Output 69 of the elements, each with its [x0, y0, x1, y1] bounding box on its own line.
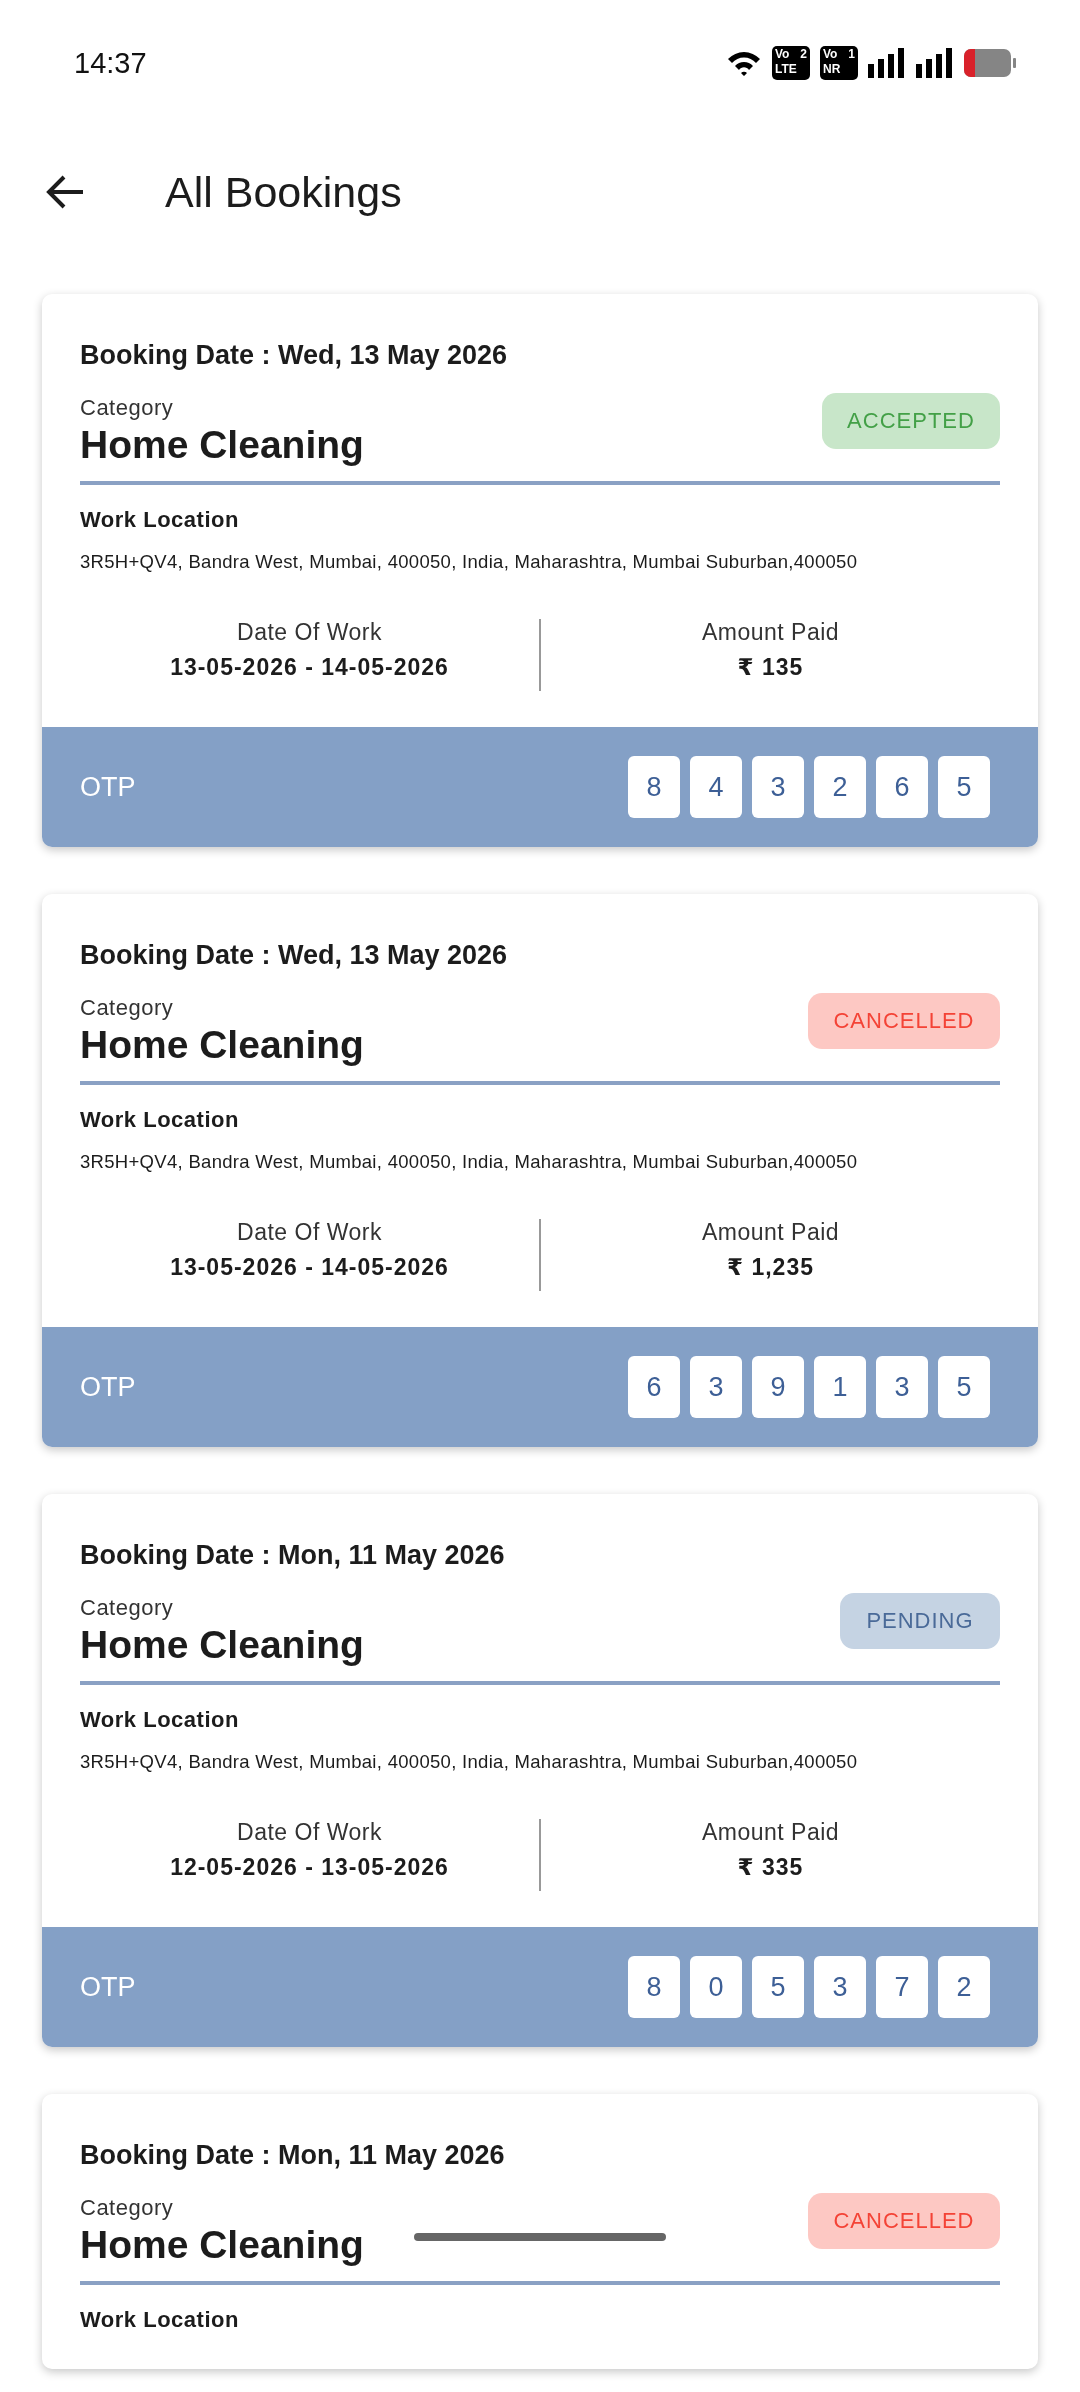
- booking-card[interactable]: [42, 294, 1038, 847]
- wifi-icon: [726, 49, 762, 77]
- otp-digit: 5: [938, 756, 990, 818]
- otp-label: OTP: [80, 771, 136, 803]
- date-of-work-value: 12-05-2026 - 13-05-2026: [170, 1854, 449, 1881]
- location-label: Work Location: [80, 2307, 240, 2333]
- amount-label: Amount Paid: [701, 1219, 840, 1246]
- otp-digit: 5: [938, 1356, 990, 1418]
- back-arrow-icon[interactable]: [45, 174, 85, 210]
- date-of-work-label: Date Of Work: [237, 1219, 382, 1246]
- location-address: 3R5H+QV4, Bandra West, Mumbai, 400050, India, Maharashtra, Mumbai Suburban,400050: [80, 1751, 859, 1773]
- otp-digit: 1: [814, 1356, 866, 1418]
- amount-label: Amount Paid: [701, 619, 840, 646]
- date-of-work-label: Date Of Work: [237, 1819, 382, 1846]
- status-time: 14:37: [74, 46, 147, 80]
- otp-digit: 6: [628, 1356, 680, 1418]
- date-of-work-value: 13-05-2026 - 14-05-2026: [170, 1254, 449, 1281]
- category-label: Category: [80, 395, 175, 421]
- amount-value: ₹ 335: [737, 1854, 804, 1881]
- otp-digit: 7: [876, 1956, 928, 2018]
- status-badge: CANCELLED: [808, 2193, 1000, 2249]
- category-label: Category: [80, 995, 175, 1021]
- page-title: All Bookings: [165, 167, 402, 217]
- date-of-work-value: 13-05-2026 - 14-05-2026: [170, 654, 449, 681]
- battery-icon: [964, 49, 1016, 77]
- signal-icon: [868, 48, 906, 78]
- status-badge: ACCEPTED: [822, 393, 1000, 449]
- otp-digit: 3: [814, 1956, 866, 2018]
- booking-card[interactable]: [42, 894, 1038, 1447]
- amount-value: ₹ 1,235: [727, 1254, 814, 1281]
- network-badge: Vo 2 LTE: [772, 46, 810, 80]
- category-name: Home Cleaning: [80, 1023, 364, 1067]
- otp-digit: 8: [628, 756, 680, 818]
- booking-date: Booking Date : Mon, 11 May 2026: [80, 1540, 506, 1571]
- otp-digit: 6: [876, 756, 928, 818]
- network-badge: Vo 1 NR: [820, 46, 858, 80]
- date-of-work-label: Date Of Work: [237, 619, 382, 646]
- category-name: Home Cleaning: [80, 2223, 364, 2267]
- location-label: Work Location: [80, 1107, 240, 1133]
- category-name: Home Cleaning: [80, 423, 364, 467]
- status-badge: CANCELLED: [808, 993, 1000, 1049]
- booking-date: Booking Date : Wed, 13 May 2026: [80, 940, 509, 971]
- booking-card[interactable]: Booking Date : Mon, 11 May 2026 Category Home Cleaning CANCELLED Work Location: [42, 2094, 1038, 2369]
- category-label: Category: [80, 2195, 175, 2221]
- otp-digit: 5: [752, 1956, 804, 2018]
- otp-digit: 2: [938, 1956, 990, 2018]
- location-address: 3R5H+QV4, Bandra West, Mumbai, 400050, India, Maharashtra, Mumbai Suburban,400050: [80, 1151, 859, 1173]
- location-label: Work Location: [80, 507, 240, 533]
- otp-digit: 3: [876, 1356, 928, 1418]
- otp-digit: 8: [628, 1956, 680, 2018]
- status-badge: PENDING: [840, 1593, 1000, 1649]
- location-label: Work Location: [80, 1707, 240, 1733]
- category-label: Category: [80, 1595, 175, 1621]
- otp-label: OTP: [80, 1371, 136, 1403]
- otp-label: OTP: [80, 1971, 136, 2003]
- otp-digit: 4: [690, 756, 742, 818]
- amount-label: Amount Paid: [701, 1819, 840, 1846]
- otp-digit: 3: [752, 756, 804, 818]
- signal-icon: [916, 48, 954, 78]
- booking-date: Booking Date : Wed, 13 May 2026: [80, 340, 509, 371]
- category-name: Home Cleaning: [80, 1623, 364, 1667]
- location-address: 3R5H+QV4, Bandra West, Mumbai, 400050, India, Maharashtra, Mumbai Suburban,400050: [80, 551, 859, 573]
- otp-digit: 2: [814, 756, 866, 818]
- booking-card[interactable]: [42, 1494, 1038, 2047]
- otp-digit: 9: [752, 1356, 804, 1418]
- booking-date: Booking Date : Mon, 11 May 2026: [80, 2140, 506, 2171]
- amount-value: ₹ 135: [737, 654, 804, 681]
- otp-digit: 3: [690, 1356, 742, 1418]
- otp-digit: 0: [690, 1956, 742, 2018]
